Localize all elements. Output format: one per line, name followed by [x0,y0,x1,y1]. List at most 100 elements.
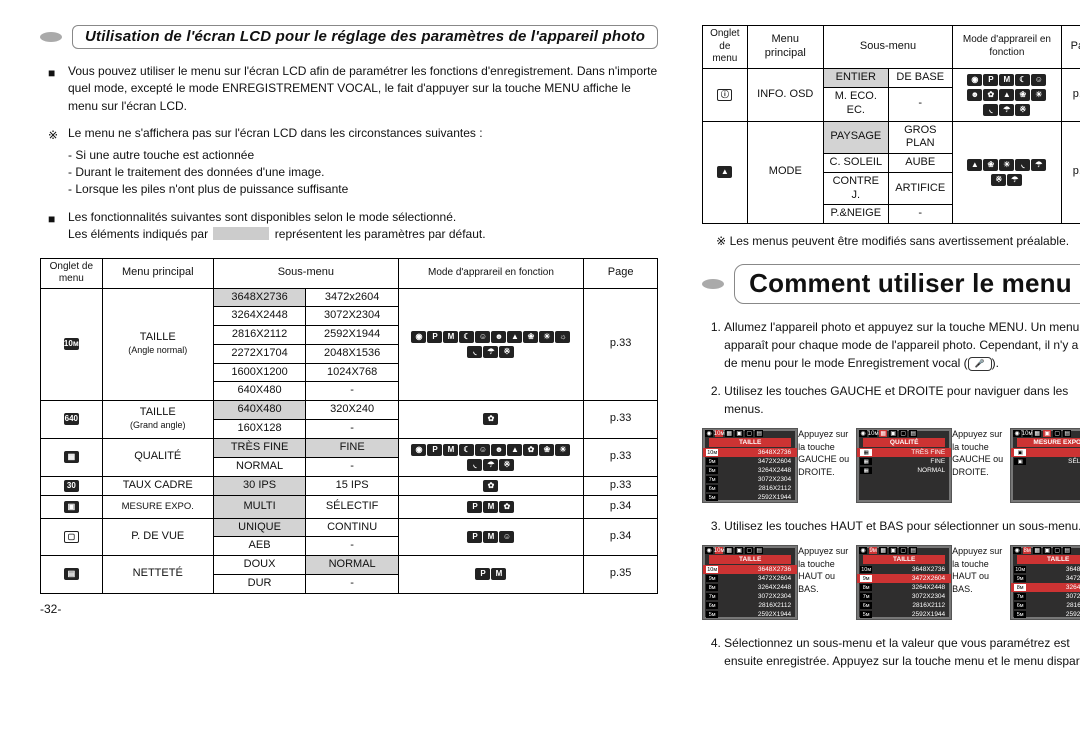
th-onglet: Onglet de menu [703,26,747,69]
cell-sub: M. ECO. EC. [824,87,888,121]
scene-mode-icon: ▲ [717,166,732,178]
intro-para-1: Vous pouvez utiliser le menu sur l'écran… [68,64,657,113]
cell-principal: TAILLE(Angle normal) [102,288,213,401]
fps-icon: 30 [64,480,79,492]
cell-sub: - [306,419,399,438]
mode-m-icon: M [491,568,506,580]
left-page: Utilisation de l'écran LCD pour le régla… [40,25,658,680]
mode-firework-icon: ※ [499,346,514,358]
mode-p-icon: P [427,444,442,456]
mode-portrait-icon: ☺ [475,444,490,456]
mode-macro-icon: ❀ [983,159,998,171]
cell-sub: NORMAL [306,556,399,575]
cell-sub: - [888,87,952,121]
mode-dawn-icon: ◟ [1015,159,1030,171]
heading-dot-icon [702,279,724,289]
cell-sub: ENTIER [824,68,888,87]
th-page: Page [584,258,658,288]
mode-movie-icon: ✿ [523,444,538,456]
mode-backlight-icon: ☂ [1031,159,1046,171]
intro-para-3a: Les fonctionnalités suivantes sont dispo… [68,210,456,224]
mode-text-icon: ☀ [539,331,554,343]
lcd-taille: ◉10м▦▣▢▤ TAILLE 10м3648X2736 9м3472X2604… [702,428,798,503]
lcd-preview-row-2: ◉10м▦▣▢▤ TAILLE 10м3648X2736 9м3472X2604… [702,545,1080,620]
mode-portrait-icon: ☺ [1031,74,1046,86]
cell-modes: ◉PM☾☺ ☻▲❀☀☼ ◟☂※ [398,288,583,401]
cell-page: p.33 [584,476,658,495]
voice-record-icon: 🎤 [968,357,992,371]
cell-sub: PAYSAGE [824,121,888,154]
cell-sub: TRÈS FINE [213,438,306,457]
menus-note: ※ Les menus peuvent être modifiés sans a… [716,234,1080,248]
th-mode: Mode d'apprareil en fonction [398,258,583,288]
mode-portrait-icon: ☺ [499,531,514,543]
mode-firework-icon: ※ [991,174,1006,186]
mode-p-icon: P [467,501,482,513]
mode-landscape-icon: ▲ [507,331,522,343]
right-page: Onglet de menu Menu principal Sous-menu … [702,25,1080,680]
mode-landscape-icon: ▲ [967,159,982,171]
cell-sub: AUBE [888,154,952,173]
mode-sunset-icon: ☼ [555,331,570,343]
cell-sub: - [306,382,399,401]
intro-para-2: Le menu ne s'affichera pas sur l'écran L… [68,126,483,140]
cell-page: p.33 [584,401,658,439]
th-sousmenu: Sous-menu [824,26,953,69]
mode-movie-icon: ✿ [483,413,498,425]
cell-sub: DE BASE [888,68,952,87]
mode-icons-scene: ▲❀☀◟☂※☂ [956,156,1058,189]
intro-list: ■ Vous pouvez utiliser le menu sur l'écr… [40,63,658,244]
cell-page: p.34 [584,518,658,556]
step-2: Utilisez les touches GAUCHE et DROITE po… [724,382,1080,418]
step-3: Utilisez les touches HAUT et BAS pour sé… [724,517,1080,535]
mode-movie-icon: ✿ [499,501,514,513]
mode-backlight-icon: ☂ [999,104,1014,116]
mode-child-icon: ☻ [491,444,506,456]
sharpness-icon: ▤ [64,568,79,580]
cell-principal: P. DE VUE [102,518,213,556]
intro-para-3b-after: représentent les paramètres par défaut. [275,227,486,241]
mode-auto-icon: ◉ [411,444,426,456]
cell-principal: MESURE EXPO. [102,495,213,518]
cell-sub: 1600X1200 [213,363,306,382]
cell-page: p.16 [1061,121,1080,224]
cell-principal: NETTETÉ [102,556,213,594]
cell-sub: - [888,205,952,224]
size-640-icon: 640 [64,413,79,425]
cell-sub: DOUX [213,556,306,575]
cell-sub: GROS PLAN [888,121,952,154]
mode-m-icon: M [999,74,1014,86]
mode-backlight-icon: ☂ [483,346,498,358]
lcd-tab-icon: ▤ [755,430,763,437]
cell-principal: INFO. OSD [747,68,824,121]
cell-page: p.33 [584,438,658,476]
mode-backlight-icon: ☂ [483,459,498,471]
th-page: Page [1061,26,1080,69]
mode-night-icon: ☾ [459,444,474,456]
cell-sub: 320X240 [306,401,399,420]
lcd-taille-3: ◉9м▦▣▢▤ TAILLE 10м3648X2736 9м3472X2604 … [856,545,952,620]
left-param-table: Onglet de menu Menu principal Sous-menu … [40,258,658,594]
cell-sub: 1024X768 [306,363,399,382]
cell-sub: AEB [213,537,306,556]
mode-sunset-icon: ☀ [999,159,1014,171]
steps-list-cont2: Sélectionnez un sous-menu et la valeur q… [702,634,1080,670]
cell-sub: NORMAL [213,457,306,476]
mode-p-icon: P [427,331,442,343]
lcd-tab-icon: ▢ [745,430,753,437]
mode-night-icon: ☾ [1015,74,1030,86]
lcd-mesure: ◉10м▦▣▢▤ MESURE EXPO. ▣MULTI ▣SÉLECTIF [1010,428,1080,503]
cell-principal: MODE [747,121,824,224]
cell-sub: 2816X2112 [213,326,306,345]
th-mode: Mode d'apprareil en fonction [953,26,1062,69]
sub-item: Lorsque les piles n'ont plus de puissanc… [68,181,658,198]
mode-icons-many: ◉PM☾☺ ☻▲❀☀☼ ◟☂※ [402,328,580,361]
lcd-tab-icon: ▦ [725,430,733,437]
cell-principal: QUALITÉ [102,438,213,476]
heading-lcd: Utilisation de l'écran LCD pour le régla… [40,25,658,49]
help-up-down: Appuyez sur la touche HAUT ou BAS. [798,545,856,595]
mode-macro-icon: ❀ [539,444,554,456]
square-bullet-icon: ■ [48,65,55,82]
heading-howto-text: Comment utiliser le menu [734,264,1080,304]
cell-sub: DUR [213,574,306,593]
